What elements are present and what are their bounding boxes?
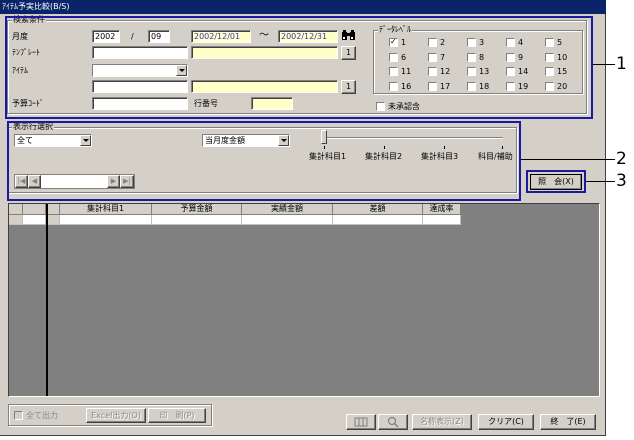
results-grid[interactable]: 集計科目1 予算金額 実績金額 差額 達成率 bbox=[8, 203, 600, 397]
exit-button[interactable]: 終 了(E) bbox=[540, 414, 596, 430]
grid-cell[interactable] bbox=[60, 215, 152, 225]
print-button[interactable]: 印 刷(P) bbox=[148, 408, 206, 423]
column-header-actual[interactable]: 実績金額 bbox=[242, 204, 333, 214]
row-header-corner bbox=[23, 204, 46, 214]
column-header-summary[interactable]: 集計科目1 bbox=[60, 204, 152, 214]
column-header-achievement[interactable]: 達成率 bbox=[423, 204, 461, 214]
callout-number-2: 2 bbox=[616, 149, 627, 169]
row-header-corner bbox=[46, 204, 60, 214]
column-header-difference[interactable]: 差額 bbox=[333, 204, 423, 214]
callout-line-2 bbox=[521, 159, 615, 160]
grid-toggle-button[interactable] bbox=[346, 414, 376, 430]
callout-box-search bbox=[5, 16, 593, 119]
callout-number-3: 3 bbox=[616, 171, 627, 191]
all-output-checkbox-box[interactable] bbox=[14, 411, 23, 420]
grid-cell[interactable] bbox=[152, 215, 242, 225]
callout-line-3 bbox=[586, 181, 615, 182]
grid-cell[interactable] bbox=[423, 215, 461, 225]
search-button[interactable] bbox=[378, 414, 408, 430]
grid-header-row: 集計科目1 予算金額 実績金額 差額 達成率 bbox=[9, 204, 461, 226]
name-display-button[interactable]: 名称表示(Z) bbox=[412, 414, 472, 430]
grid-cell[interactable] bbox=[333, 215, 423, 225]
window-title: ｱｲﾃﾑ予実比較(B/S) bbox=[0, 0, 606, 14]
grid-layout-icon bbox=[354, 417, 368, 427]
clear-button[interactable]: クリア(C) bbox=[478, 414, 534, 430]
callout-line-1 bbox=[593, 64, 615, 65]
row-header-corner bbox=[9, 204, 23, 214]
grid-cell[interactable] bbox=[9, 215, 23, 225]
magnifier-icon bbox=[387, 416, 399, 428]
grid-cell[interactable] bbox=[242, 215, 333, 225]
grid-cell[interactable] bbox=[46, 215, 60, 225]
column-header-budget[interactable]: 予算金額 bbox=[152, 204, 242, 214]
all-output-checkbox[interactable]: 全て出力 bbox=[14, 411, 58, 420]
callout-box-display bbox=[7, 121, 521, 201]
callout-box-inquiry bbox=[526, 170, 586, 193]
frozen-column-divider bbox=[46, 204, 48, 396]
grid-cell[interactable] bbox=[23, 215, 46, 225]
all-output-label: 全て出力 bbox=[26, 411, 58, 420]
callout-number-1: 1 bbox=[616, 54, 627, 74]
excel-export-button[interactable]: Excel出力(O) bbox=[86, 408, 146, 423]
